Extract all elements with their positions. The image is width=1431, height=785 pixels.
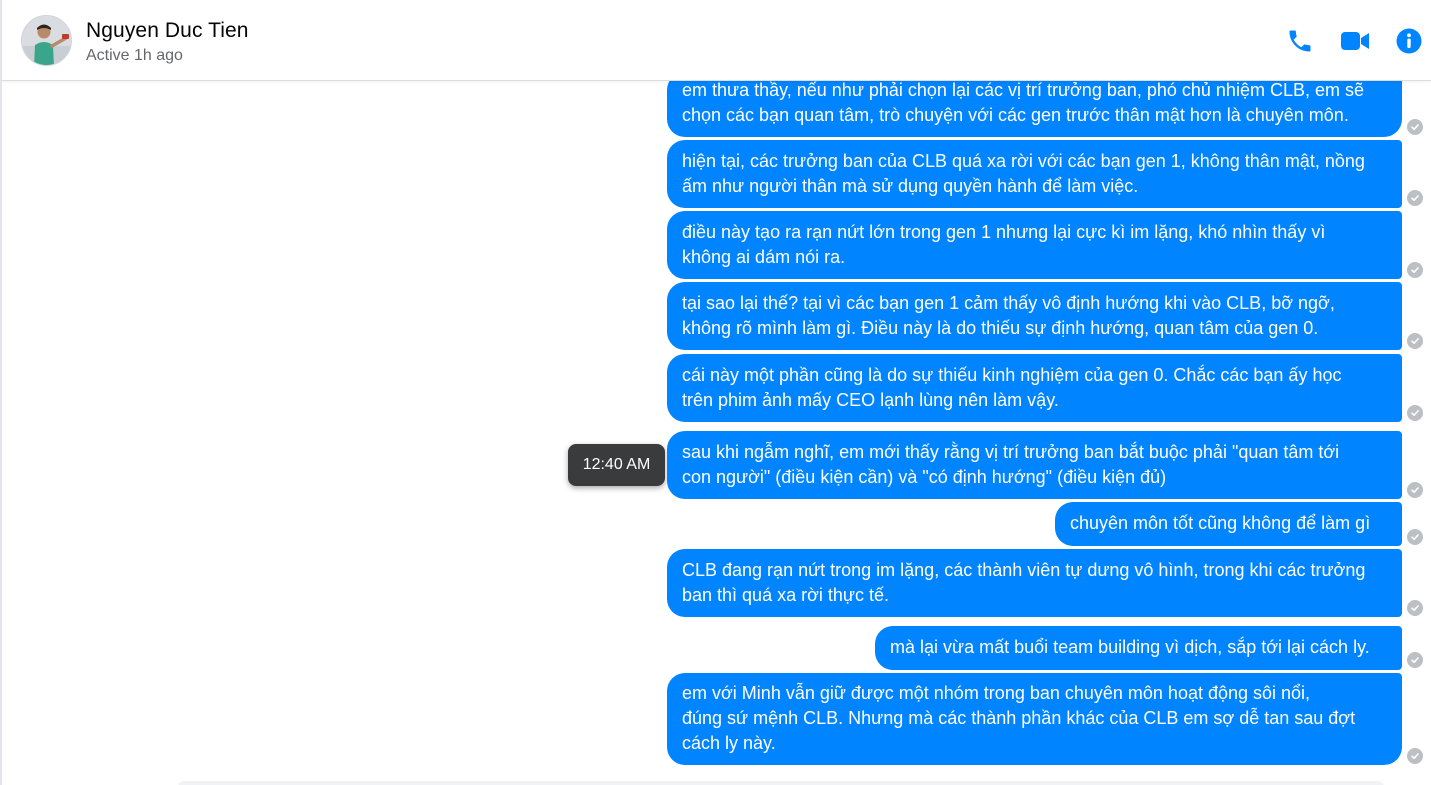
video-call-button[interactable]	[1338, 24, 1372, 58]
seen-check-icon	[1407, 482, 1423, 498]
message-bubble[interactable]: mà lại vừa mất buổi team building vì dịc…	[875, 626, 1402, 670]
avatar[interactable]	[21, 15, 72, 66]
seen-check-icon	[1407, 119, 1423, 135]
message-bubble[interactable]: CLB đang rạn nứt trong im lặng, các thàn…	[667, 549, 1402, 617]
seen-check-icon	[1407, 748, 1423, 764]
contact-name[interactable]: Nguyen Duc Tien	[86, 19, 249, 43]
message-bubble[interactable]: em với Minh vẫn giữ được một nhóm trong …	[667, 673, 1402, 765]
seen-check-icon	[1407, 190, 1423, 206]
info-icon	[1396, 28, 1422, 54]
message-bubble[interactable]: sau khi ngẫm nghĩ, em mới thấy rằng vị t…	[667, 431, 1402, 499]
seen-check-icon	[1407, 333, 1423, 349]
seen-check-icon	[1407, 652, 1423, 668]
seen-check-icon	[1407, 600, 1423, 616]
conversation-info-button[interactable]	[1392, 24, 1426, 58]
messenger-chat-window: em thưa thầy, nếu như phải chọn lại các …	[0, 0, 1431, 785]
seen-check-icon	[1407, 529, 1423, 545]
message-list[interactable]: em thưa thầy, nếu như phải chọn lại các …	[0, 0, 1431, 785]
phone-icon	[1289, 30, 1311, 52]
message-bubble[interactable]: em thưa thầy, nếu như phải chọn lại các …	[667, 72, 1402, 137]
message-bubble[interactable]: điều này tạo ra rạn nứt lớn trong gen 1 …	[667, 211, 1402, 279]
audio-call-button[interactable]	[1283, 24, 1317, 58]
active-status: Active 1h ago	[86, 47, 183, 64]
message-bubble[interactable]: tại sao lại thế? tại vì các bạn gen 1 cả…	[667, 282, 1402, 350]
message-bubble[interactable]: cái này một phần cũng là do sự thiếu kin…	[667, 354, 1402, 422]
message-composer[interactable]	[178, 781, 1384, 785]
conversation-header: Nguyen Duc Tien Active 1h ago	[2, 0, 1431, 81]
message-bubble[interactable]: hiện tại, các trưởng ban của CLB quá xa …	[667, 140, 1402, 208]
message-bubble[interactable]: chuyên môn tốt cũng không để làm gì	[1055, 502, 1402, 546]
video-camera-icon	[1341, 32, 1369, 50]
timestamp-tooltip: 12:40 AM	[568, 444, 665, 486]
seen-check-icon	[1407, 262, 1423, 278]
seen-check-icon	[1407, 405, 1423, 421]
